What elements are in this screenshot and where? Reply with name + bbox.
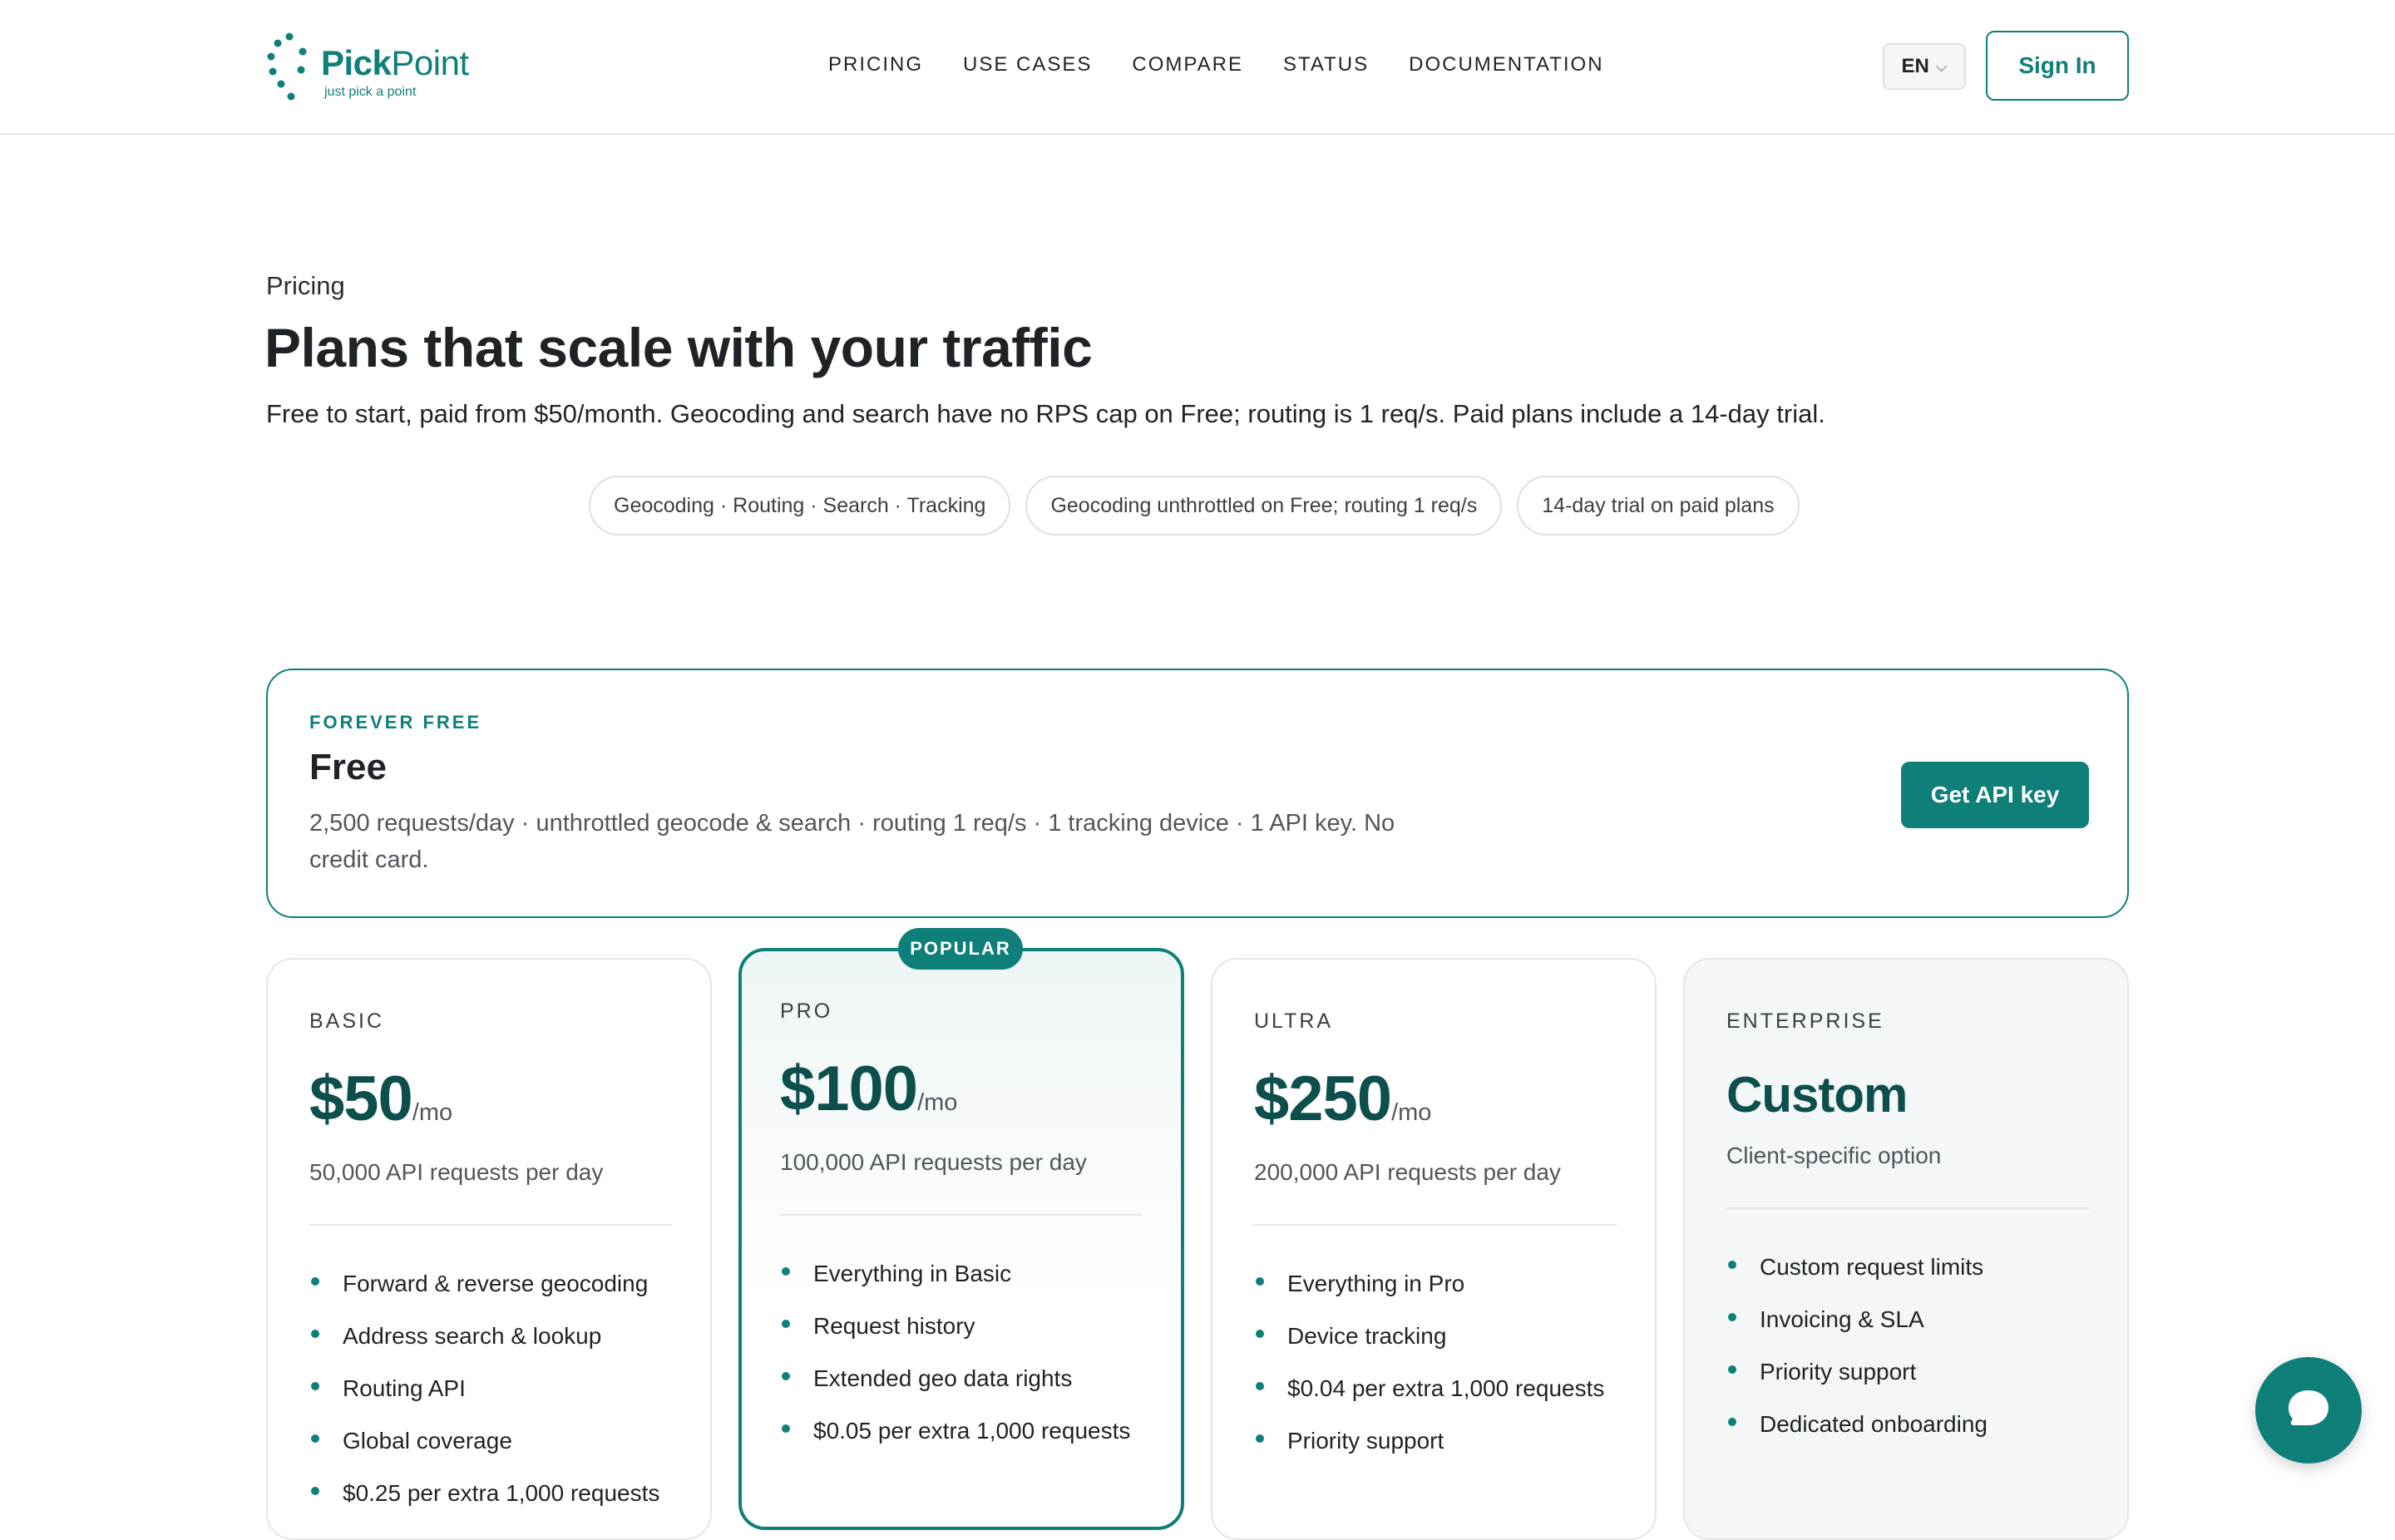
feature-item: Forward & reverse geocoding [309,1269,659,1321]
divider [780,1214,1143,1216]
nav-status[interactable]: STATUS [1283,53,1369,77]
chat-icon [2289,1390,2328,1425]
sign-in-button[interactable]: Sign In [1986,31,2129,101]
chevron-down-icon: ⌵ [1935,57,1948,75]
get-api-key-button[interactable]: Get API key [1901,762,2089,828]
plan-requests: 50,000 API requests per day [309,1159,604,1185]
feature-item: Priority support [1726,1357,1988,1409]
chat-launcher-button[interactable] [2255,1357,2362,1463]
plan-requests: 100,000 API requests per day [780,1149,1087,1175]
feature-item: Routing API [309,1374,659,1426]
divider [1254,1224,1617,1226]
plan-card-basic: BASIC $50 /mo 50,000 API requests per da… [266,958,712,1540]
plan-label: ULTRA [1254,1009,1334,1033]
feature-list: Everything in Basic Request history Exte… [780,1259,1130,1468]
main-nav: PRICING USE CASES COMPARE STATUS DOCUMEN… [828,53,1604,77]
feature-item: $0.25 per extra 1,000 requests [309,1478,659,1531]
feature-list: Everything in Pro Device tracking $0.04 … [1254,1269,1604,1478]
brand-tagline: just pick a point [324,85,417,99]
chip-services: Geocoding · Routing · Search · Tracking [589,476,1011,536]
logo-dots-icon [267,32,307,101]
plan-price: $250 /mo [1254,1063,1431,1135]
plan-requests: Client-specific option [1726,1143,1942,1168]
brand-name-bold: Pick [321,43,392,82]
price-period: /mo [412,1099,453,1126]
free-plan-eyebrow: FOREVER FREE [309,712,482,733]
feature-list: Forward & reverse geocoding Address sear… [309,1269,659,1531]
nav-pricing[interactable]: PRICING [828,53,923,77]
plan-label: PRO [780,1000,833,1023]
language-selector[interactable]: EN ⌵ [1883,43,1966,90]
feature-chips: Geocoding · Routing · Search · Tracking … [589,476,1800,536]
feature-item: Device tracking [1254,1321,1604,1374]
chip-trial: 14-day trial on paid plans [1517,476,1800,536]
feature-item: Custom request limits [1726,1252,1988,1305]
feature-item: Global coverage [309,1426,659,1478]
price-amount: $250 [1254,1064,1392,1134]
brand-name: PickPoint [321,43,469,83]
language-label: EN [1901,55,1929,77]
divider [1726,1207,2089,1209]
feature-item: Extended geo data rights [780,1364,1130,1416]
plan-price: $50 /mo [309,1063,452,1135]
plan-requests: 200,000 API requests per day [1254,1159,1561,1185]
popular-badge: POPULAR [898,928,1023,970]
plan-price: Custom [1726,1067,1908,1123]
feature-item: $0.04 per extra 1,000 requests [1254,1374,1604,1426]
price-period: /mo [917,1089,958,1116]
feature-item: Priority support [1254,1426,1604,1478]
nav-documentation[interactable]: DOCUMENTATION [1409,53,1603,77]
plan-label: BASIC [309,1009,385,1033]
price-amount: $100 [780,1054,918,1124]
page-title: Plans that scale with your traffic [264,317,1093,378]
brand-logo[interactable]: PickPoint just pick a point [264,32,489,105]
brand-name-thin: Point [391,43,469,82]
page-subtitle: Free to start, paid from $50/month. Geoc… [266,399,1825,428]
free-plan-title: Free [309,747,387,787]
price-amount: $50 [309,1064,413,1134]
plan-card-ultra: ULTRA $250 /mo 200,000 API requests per … [1211,958,1657,1540]
plan-price: $100 /mo [780,1053,957,1125]
page-eyebrow: Pricing [266,271,345,300]
feature-item: Everything in Pro [1254,1269,1604,1321]
nav-use-cases[interactable]: USE CASES [963,53,1092,77]
plan-label: ENTERPRISE [1726,1009,1884,1033]
nav-compare[interactable]: COMPARE [1132,53,1243,77]
plan-card-pro: PRO $100 /mo 100,000 API requests per da… [738,948,1184,1530]
price-period: /mo [1391,1099,1432,1126]
feature-list: Custom request limits Invoicing & SLA Pr… [1726,1252,1988,1462]
divider [309,1224,672,1226]
feature-item: Address search & lookup [309,1321,659,1374]
feature-item: $0.05 per extra 1,000 requests [780,1416,1130,1468]
feature-item: Request history [780,1311,1130,1364]
feature-item: Dedicated onboarding [1726,1409,1988,1462]
free-plan-card: FOREVER FREE Free 2,500 requests/day · u… [266,669,2129,918]
feature-item: Everything in Basic [780,1259,1130,1311]
site-header: PickPoint just pick a point PRICING USE … [0,0,2395,135]
plan-card-enterprise: ENTERPRISE Custom Client-specific option… [1683,958,2129,1540]
feature-item: Invoicing & SLA [1726,1305,1988,1357]
chip-free-limits: Geocoding unthrottled on Free; routing 1… [1025,476,1503,536]
free-plan-description: 2,500 requests/day · unthrottled geocode… [309,810,1395,873]
